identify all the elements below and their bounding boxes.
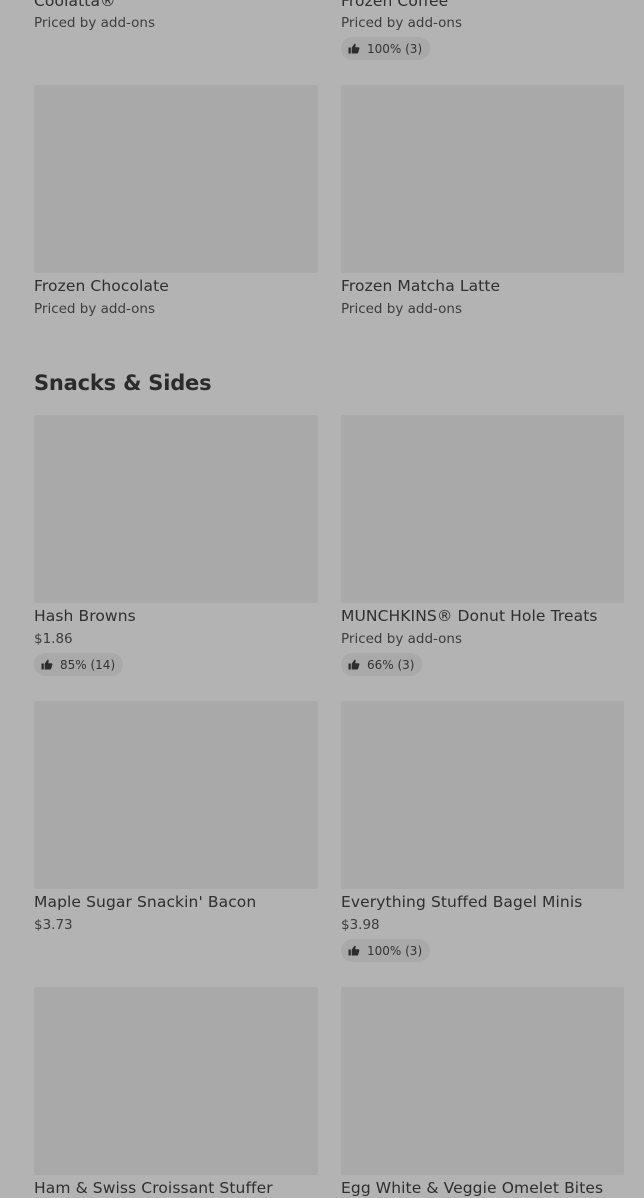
item-name: Coolatta®: [34, 0, 116, 10]
section-title: Snacks & Sides: [34, 371, 212, 395]
menu-item-card[interactable]: Egg White & Veggie Omelet Bites: [341, 987, 624, 1197]
menu-item-card[interactable]: Frozen Chocolate Priced by add-ons: [34, 85, 318, 317]
item-image: [341, 85, 624, 273]
item-image: [341, 701, 624, 889]
item-name: Frozen Chocolate: [34, 277, 169, 295]
item-price: $1.86: [34, 631, 73, 647]
rating-text: 100% (3): [367, 943, 423, 958]
rating-badge: 85% (14): [34, 653, 124, 676]
rating-badge: 66% (3): [341, 653, 423, 676]
item-name: Ham & Swiss Croissant Stuffer: [34, 1179, 273, 1197]
item-price: Priced by add-ons: [341, 15, 463, 31]
item-name: Egg White & Veggie Omelet Bites: [341, 1179, 604, 1197]
rating-text: 100% (3): [367, 41, 423, 56]
item-image: [34, 701, 318, 889]
item-name: Frozen Coffee: [341, 0, 449, 10]
item-name: Everything Stuffed Bagel Minis: [341, 893, 583, 911]
item-image: [341, 987, 624, 1175]
item-name: Hash Browns: [34, 607, 136, 625]
rating-text: 85% (14): [60, 657, 116, 672]
item-image: [34, 85, 318, 273]
rating-badge: 100% (3): [341, 939, 431, 962]
thumbs-up-icon: [348, 945, 360, 956]
item-price: Priced by add-ons: [341, 631, 463, 647]
item-name: Maple Sugar Snackin' Bacon: [34, 893, 257, 911]
item-price: $3.73: [34, 917, 73, 933]
item-price: $3.98: [341, 917, 380, 933]
thumbs-up-icon: [348, 659, 360, 670]
rating-badge: 100% (3): [341, 37, 431, 60]
menu-item-card[interactable]: Hash Browns $1.86 85% (14): [34, 415, 318, 676]
item-price: Priced by add-ons: [341, 301, 463, 317]
menu-item-card[interactable]: Everything Stuffed Bagel Minis $3.98 100…: [341, 701, 624, 962]
menu-item-card[interactable]: Maple Sugar Snackin' Bacon $3.73: [34, 701, 318, 933]
thumbs-up-icon: [41, 659, 53, 670]
thumbs-up-icon: [348, 43, 360, 54]
rating-text: 66% (3): [367, 657, 415, 672]
item-price: Priced by add-ons: [34, 301, 156, 317]
menu-item-card[interactable]: MUNCHKINS® Donut Hole Treats Priced by a…: [341, 415, 624, 676]
item-name: Frozen Matcha Latte: [341, 277, 501, 295]
item-name: MUNCHKINS® Donut Hole Treats: [341, 607, 598, 625]
item-image: [34, 987, 318, 1175]
menu-item-card[interactable]: Ham & Swiss Croissant Stuffer: [34, 987, 318, 1197]
item-image: [34, 415, 318, 603]
item-image: [341, 415, 624, 603]
item-price: Priced by add-ons: [34, 15, 156, 31]
menu-item-card[interactable]: Frozen Matcha Latte Priced by add-ons: [341, 85, 624, 317]
